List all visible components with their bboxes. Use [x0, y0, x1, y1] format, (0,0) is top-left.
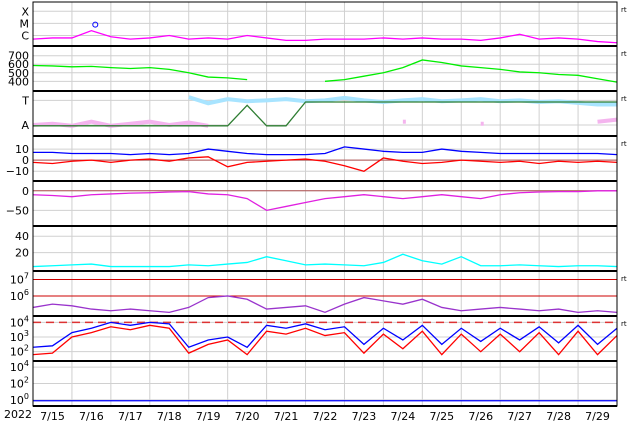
y-tick-label: 20 [15, 247, 29, 260]
x-tick-label: 7/27 [507, 410, 532, 423]
series-line--2-mev-electrons-blue- [32, 321, 618, 349]
y-tick-label: 104 [10, 314, 29, 329]
x-tick-label: 7/15 [40, 410, 65, 423]
y-tick-label: 40 [15, 230, 29, 243]
realtime-label: rt [621, 320, 627, 328]
x-tick-label: 7/19 [196, 410, 221, 423]
x-tick-label: 7/22 [313, 410, 338, 423]
x-tick-label: 7/18 [157, 410, 182, 423]
x-tick-label: 7/20 [235, 410, 260, 423]
x-tick-label: 7/21 [274, 410, 299, 423]
x-tick-label: 7/16 [79, 410, 104, 423]
series-line-toward [188, 95, 617, 107]
x-tick-label: 7/17 [118, 410, 143, 423]
series-line-phi [32, 190, 617, 212]
x-tick-label: 7/24 [391, 410, 416, 423]
y-tick-label: 400 [8, 75, 29, 88]
y-tick-label: 106 [10, 288, 29, 303]
plot-frame [32, 1, 618, 407]
series-line-away [597, 117, 618, 124]
y-tick-label: 102 [10, 376, 29, 391]
series-line-protons [32, 295, 618, 314]
x-tick-label: 7/28 [546, 410, 571, 423]
realtime-label: rt [621, 95, 627, 103]
space-weather-chart: XMCrt700600500400rtTArt100−10rt0−5040201… [6, 1, 627, 423]
series-line-x-ray-flux [32, 29, 618, 44]
realtime-label: rt [621, 140, 627, 148]
series-line-density [32, 253, 618, 268]
y-tick-label: 104 [10, 359, 29, 374]
realtime-label: rt [621, 50, 627, 58]
y-tick-label: 103 [10, 329, 29, 344]
x-tick-label: 7/26 [468, 410, 493, 423]
y-tick-label: X [21, 5, 29, 18]
x-tick-label: 7/25 [429, 410, 454, 423]
year-label: 2022 [4, 408, 32, 421]
y-tick-label: 107 [10, 272, 29, 287]
y-tick-label: 0 [22, 185, 29, 198]
x-tick-label: 7/29 [585, 410, 610, 423]
y-tick-label: −10 [6, 165, 29, 178]
series-line-bt [33, 146, 618, 156]
y-tick-label: M [20, 17, 30, 30]
series-line-sector [33, 101, 617, 127]
realtime-label: rt [621, 6, 627, 14]
realtime-label: rt [621, 275, 627, 283]
y-tick-label: C [21, 30, 29, 43]
x-tick-label: 7/23 [352, 410, 377, 423]
y-tick-label: 100 [10, 392, 29, 407]
y-tick-label: A [21, 119, 29, 132]
y-tick-label: −50 [6, 204, 29, 217]
y-tick-label: T [21, 94, 29, 107]
flare-marker [92, 21, 99, 28]
series-line-solar-wind-speed [324, 59, 618, 83]
series-line-bz [32, 156, 618, 172]
y-tick-label: 102 [10, 344, 29, 359]
